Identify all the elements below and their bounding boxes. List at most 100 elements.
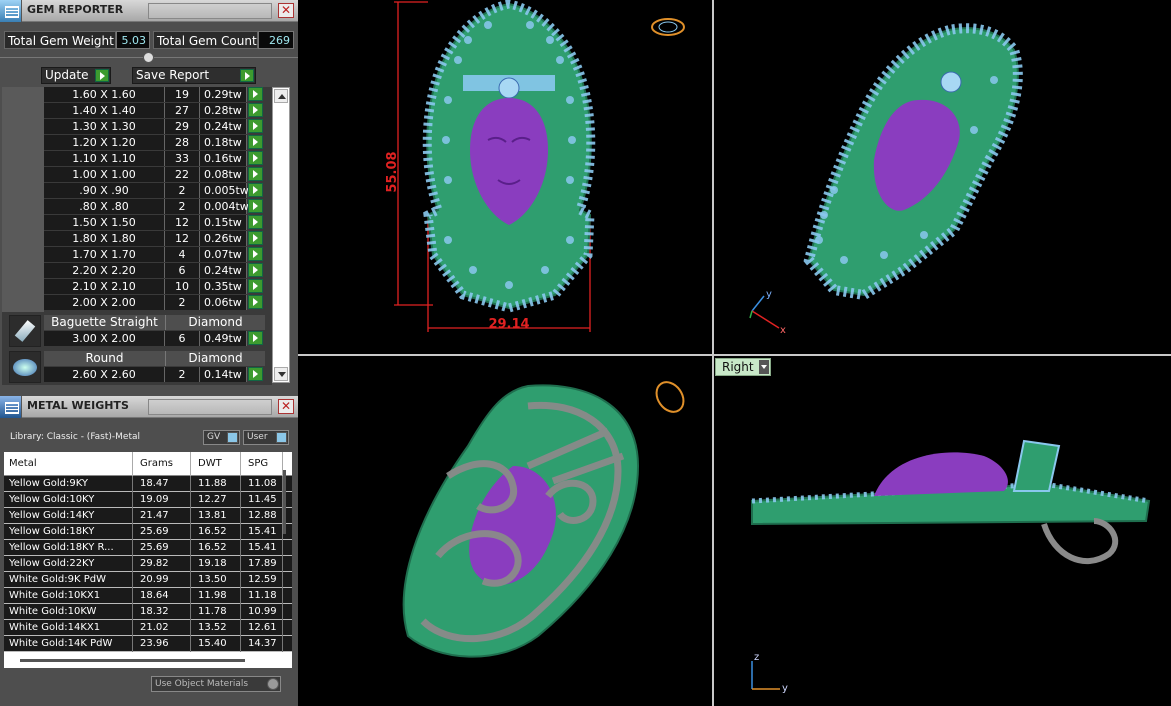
scroll-up-icon[interactable] bbox=[274, 89, 288, 103]
gem-row[interactable]: 2.60 X 2.60 2 0.14tw bbox=[44, 367, 265, 383]
table-row[interactable]: Yellow Gold:18KY R... 25.69 16.52 15.41 bbox=[4, 540, 292, 556]
gem-reporter-titlebar[interactable]: GEM REPORTER ✕ bbox=[0, 0, 298, 22]
column-header[interactable]: DWT bbox=[193, 452, 241, 476]
round-gem-icon[interactable] bbox=[9, 351, 41, 383]
gem-size: .90 X .90 bbox=[44, 183, 165, 198]
right-viewport[interactable]: Right z y bbox=[714, 356, 1171, 706]
gem-row[interactable]: 1.10 X 1.10 33 0.16tw bbox=[44, 151, 265, 167]
gem-total-weight: 0.24tw bbox=[200, 119, 247, 134]
radio-icon bbox=[267, 678, 279, 690]
divider-knob-icon[interactable] bbox=[143, 52, 154, 63]
gem-row[interactable]: 2.20 X 2.20 6 0.24tw bbox=[44, 263, 265, 279]
use-object-materials-toggle[interactable]: Use Object Materials bbox=[151, 676, 281, 692]
table-row[interactable]: Yellow Gold:10KY 19.09 12.27 11.45 bbox=[4, 492, 292, 508]
viewport-splitter-horizontal[interactable] bbox=[298, 354, 1171, 356]
column-header[interactable]: Metal bbox=[4, 452, 133, 476]
select-gem-play-icon[interactable] bbox=[248, 231, 263, 245]
table-row[interactable]: Yellow Gold:22KY 29.82 19.18 17.89 bbox=[4, 556, 292, 572]
metal-dwt: 19.18 bbox=[193, 556, 241, 572]
select-gem-play-icon[interactable] bbox=[248, 183, 263, 197]
toggle-icon bbox=[276, 432, 287, 443]
metal-name: Yellow Gold:22KY bbox=[4, 556, 133, 572]
total-gem-count-value: 269 bbox=[258, 31, 294, 49]
gem-row[interactable]: 2.00 X 2.00 2 0.06tw bbox=[44, 295, 265, 311]
baguette-gem-icon[interactable] bbox=[9, 315, 41, 347]
select-gem-play-icon[interactable] bbox=[248, 215, 263, 229]
select-gem-play-icon[interactable] bbox=[248, 263, 263, 277]
gem-list-scrollbar[interactable] bbox=[272, 87, 290, 383]
table-row[interactable]: White Gold:10KX1 18.64 11.98 11.18 bbox=[4, 588, 292, 604]
perspective-viewport[interactable]: y x bbox=[714, 0, 1171, 354]
gem-row[interactable]: 1.30 X 1.30 29 0.24tw bbox=[44, 119, 265, 135]
gem-row[interactable]: .80 X .80 2 0.004tw bbox=[44, 199, 265, 215]
column-header[interactable]: Grams bbox=[135, 452, 191, 476]
titlebar-drag-handle[interactable] bbox=[148, 3, 272, 19]
gem-row[interactable]: 1.00 X 1.00 22 0.08tw bbox=[44, 167, 265, 183]
select-gem-play-icon[interactable] bbox=[248, 167, 263, 181]
save-report-button[interactable]: Save Report bbox=[132, 67, 256, 84]
select-gem-play-icon[interactable] bbox=[248, 103, 263, 117]
gem-size: 1.60 X 1.60 bbox=[44, 87, 165, 102]
gem-size: 1.30 X 1.30 bbox=[44, 119, 165, 134]
metal-dwt: 11.98 bbox=[193, 588, 241, 604]
table-row[interactable]: White Gold:9K PdW 20.99 13.50 12.59 bbox=[4, 572, 292, 588]
metal-grams: 29.82 bbox=[135, 556, 191, 572]
metal-name: Yellow Gold:10KY bbox=[4, 492, 133, 508]
chevron-down-icon[interactable] bbox=[759, 360, 769, 374]
metal-table-vscroll[interactable] bbox=[283, 470, 286, 534]
scroll-down-icon[interactable] bbox=[274, 367, 288, 381]
gem-row[interactable]: 1.60 X 1.60 19 0.29tw bbox=[44, 87, 265, 103]
select-gem-play-icon[interactable] bbox=[248, 295, 263, 309]
front-viewport[interactable]: 55.08 29.14 bbox=[298, 0, 712, 354]
axis-y-label: y bbox=[782, 683, 788, 694]
gem-size: 1.20 X 1.20 bbox=[44, 135, 165, 150]
gem-total-weight: 0.24tw bbox=[200, 263, 247, 278]
metal-table-hscroll[interactable] bbox=[20, 659, 245, 662]
right-view-model: z y bbox=[751, 439, 1151, 694]
view-selector[interactable]: Right bbox=[715, 358, 771, 376]
select-gem-play-icon[interactable] bbox=[248, 247, 263, 261]
table-row[interactable]: Yellow Gold:18KY 25.69 16.52 15.41 bbox=[4, 524, 292, 540]
select-gem-play-icon[interactable] bbox=[248, 87, 263, 101]
select-gem-play-icon[interactable] bbox=[248, 151, 263, 165]
gem-size: 3.00 X 2.00 bbox=[44, 331, 165, 346]
viewport-splitter-vertical[interactable] bbox=[712, 0, 714, 706]
close-icon[interactable]: ✕ bbox=[278, 3, 294, 18]
titlebar-drag-handle[interactable] bbox=[148, 399, 272, 415]
gem-row[interactable]: 2.10 X 2.10 10 0.35tw bbox=[44, 279, 265, 295]
column-header[interactable]: SPG bbox=[243, 452, 283, 476]
select-gem-play-icon[interactable] bbox=[248, 135, 263, 149]
bottom-viewport[interactable] bbox=[298, 356, 712, 706]
select-gem-play-icon[interactable] bbox=[248, 199, 263, 213]
gem-row[interactable]: 3.00 X 2.00 6 0.49tw bbox=[44, 331, 265, 347]
metal-weights-titlebar[interactable]: METAL WEIGHTS ✕ bbox=[0, 396, 298, 418]
select-gem-play-icon[interactable] bbox=[248, 331, 263, 345]
update-button[interactable]: Update bbox=[41, 67, 111, 84]
metal-grams: 23.96 bbox=[135, 636, 191, 652]
gem-material-label: Diamond bbox=[165, 315, 265, 330]
gv-toggle[interactable]: GV bbox=[203, 430, 240, 445]
table-row[interactable]: White Gold:14KX1 21.02 13.52 12.61 bbox=[4, 620, 292, 636]
gem-row[interactable]: 1.20 X 1.20 28 0.18tw bbox=[44, 135, 265, 151]
gem-row[interactable]: 1.40 X 1.40 27 0.28tw bbox=[44, 103, 265, 119]
gem-count: 22 bbox=[165, 167, 200, 182]
gem-row[interactable]: 1.80 X 1.80 12 0.26tw bbox=[44, 231, 265, 247]
table-row[interactable]: White Gold:10KW 18.32 11.78 10.99 bbox=[4, 604, 292, 620]
gem-count: 12 bbox=[165, 215, 200, 230]
gem-material-label: Diamond bbox=[165, 351, 265, 366]
select-gem-play-icon[interactable] bbox=[248, 119, 263, 133]
table-row[interactable]: White Gold:14K PdW 23.96 15.40 14.37 bbox=[4, 636, 292, 652]
select-gem-play-icon[interactable] bbox=[248, 367, 263, 381]
gem-row[interactable]: .90 X .90 2 0.005tw bbox=[44, 183, 265, 199]
gem-list-group-strip bbox=[2, 87, 44, 312]
select-gem-play-icon[interactable] bbox=[248, 279, 263, 293]
close-icon[interactable]: ✕ bbox=[278, 399, 294, 414]
gem-row[interactable]: 1.50 X 1.50 12 0.15tw bbox=[44, 215, 265, 231]
gem-row[interactable]: 1.70 X 1.70 4 0.07tw bbox=[44, 247, 265, 263]
table-row[interactable]: Yellow Gold:14KY 21.47 13.81 12.88 bbox=[4, 508, 292, 524]
gem-shape-label: Baguette Straight bbox=[51, 315, 158, 329]
left-panel: GEM REPORTER ✕ Total Gem Weight 5.03 Tot… bbox=[0, 0, 298, 706]
gem-total-weight: 0.07tw bbox=[200, 247, 247, 262]
table-row[interactable]: Yellow Gold:9KY 18.47 11.88 11.08 bbox=[4, 476, 292, 492]
user-toggle[interactable]: User bbox=[243, 430, 289, 445]
